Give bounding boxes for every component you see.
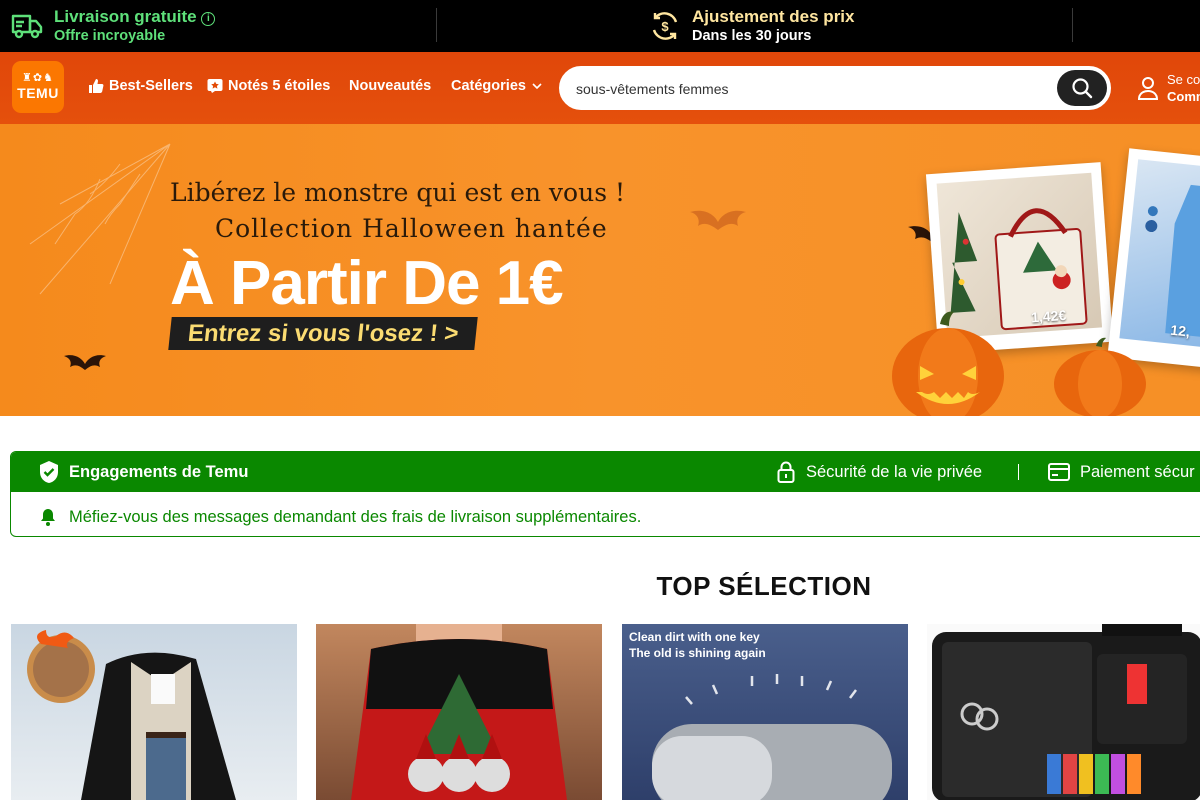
nav-best-sellers[interactable]: Best-Sellers <box>88 78 193 94</box>
bell-icon <box>41 509 55 526</box>
product-image <box>1119 159 1200 349</box>
price-sub: Dans les 30 jours <box>692 28 812 44</box>
credit-card-icon <box>1048 463 1070 481</box>
product-card-sewing-kit[interactable] <box>927 624 1200 800</box>
logo-icons: ♜✿♞ <box>22 72 54 84</box>
nav-new-arrivals[interactable]: Nouveautés <box>349 78 431 94</box>
scam-warning: Méfiez-vous des messages demandant des f… <box>69 508 642 526</box>
section-title: TOP SÉLECTION <box>656 571 872 601</box>
thumbs-up-icon <box>89 79 104 93</box>
price-label: 1,42€ <box>1030 306 1067 326</box>
lock-icon <box>777 461 795 483</box>
svg-text:$: $ <box>661 19 669 34</box>
shipping-sub: Offre incroyable <box>54 28 166 44</box>
banner-line2: Collection Halloween hantée <box>215 214 608 243</box>
nav-label: Notés 5 étoiles <box>228 78 331 94</box>
divider <box>436 8 437 42</box>
banner-headline: À Partir De 1€ <box>170 249 564 318</box>
banner-line1: Libérez le monstre qui est en vous ! <box>170 178 626 207</box>
commitment-header[interactable]: Engagements de Temu Sécurité de la vie p… <box>11 452 1200 492</box>
search-icon <box>1072 78 1093 99</box>
product-image <box>652 674 892 800</box>
nav-five-stars[interactable]: Notés 5 étoiles <box>207 78 330 94</box>
star-badge-icon <box>207 79 223 93</box>
user-icon <box>1137 77 1158 100</box>
truck-icon <box>10 9 44 43</box>
search-button[interactable] <box>1057 70 1107 106</box>
halloween-banner[interactable]: Libérez le monstre qui est en vous ! Col… <box>0 124 1200 416</box>
price-label: 12, <box>1169 321 1191 340</box>
promo-bar: Livraison gratuite i Offre incroyable $ … <box>0 0 1200 52</box>
price-title: Ajustement des prix <box>692 7 855 26</box>
product-image <box>351 624 567 800</box>
cobweb-decoration <box>29 143 171 295</box>
search-bar <box>559 66 1111 110</box>
price-adjust-promo[interactable]: $ Ajustement des prix Dans les 30 jours <box>648 6 855 46</box>
info-icon[interactable]: i <box>201 12 216 26</box>
shield-check-icon <box>40 461 58 483</box>
search-input[interactable] <box>576 78 1046 100</box>
account-line2: Comm <box>1166 89 1200 104</box>
temu-logo[interactable]: ♜✿♞ TEMU <box>12 61 64 113</box>
account-link[interactable]: Se con Comm <box>1137 71 1200 105</box>
price-cycle-icon: $ <box>648 9 682 43</box>
shipping-title: Livraison gratuite <box>54 7 197 26</box>
commitment-box: Engagements de Temu Sécurité de la vie p… <box>10 451 1200 537</box>
pumpkin-icon <box>1054 337 1146 416</box>
bat-icon <box>690 210 746 230</box>
nav-label: Nouveautés <box>349 78 432 94</box>
nav-label: Best-Sellers <box>109 78 193 94</box>
bat-icon <box>64 355 106 370</box>
product-image <box>932 624 1200 800</box>
header: ♜✿♞ TEMU Best-Sellers Notés 5 étoiles No… <box>0 52 1200 124</box>
payment-label: Paiement sécur <box>1080 463 1195 481</box>
commitment-title: Engagements de Temu <box>69 463 249 481</box>
banner-cta[interactable]: Entrez si vous l'osez ! > <box>168 317 479 350</box>
account-line1: Se con <box>1166 72 1200 87</box>
product-card-christmas-top[interactable] <box>316 624 602 800</box>
pumpkin-icon <box>892 311 1004 416</box>
privacy-label: Sécurité de la vie privée <box>806 463 983 481</box>
nav-label: Catégories <box>451 78 526 94</box>
logo-text: TEMU <box>17 85 59 101</box>
divider <box>1018 464 1019 480</box>
product-image <box>27 630 236 800</box>
chevron-down-icon <box>532 83 542 90</box>
nav-categories[interactable]: Catégories <box>451 78 543 94</box>
free-shipping-promo[interactable]: Livraison gratuite i Offre incroyable <box>10 6 216 46</box>
product-card-gadget[interactable]: Clean dirt with one key The old is shini… <box>622 624 908 800</box>
divider <box>1072 8 1073 42</box>
product-card-coat[interactable] <box>11 624 297 800</box>
